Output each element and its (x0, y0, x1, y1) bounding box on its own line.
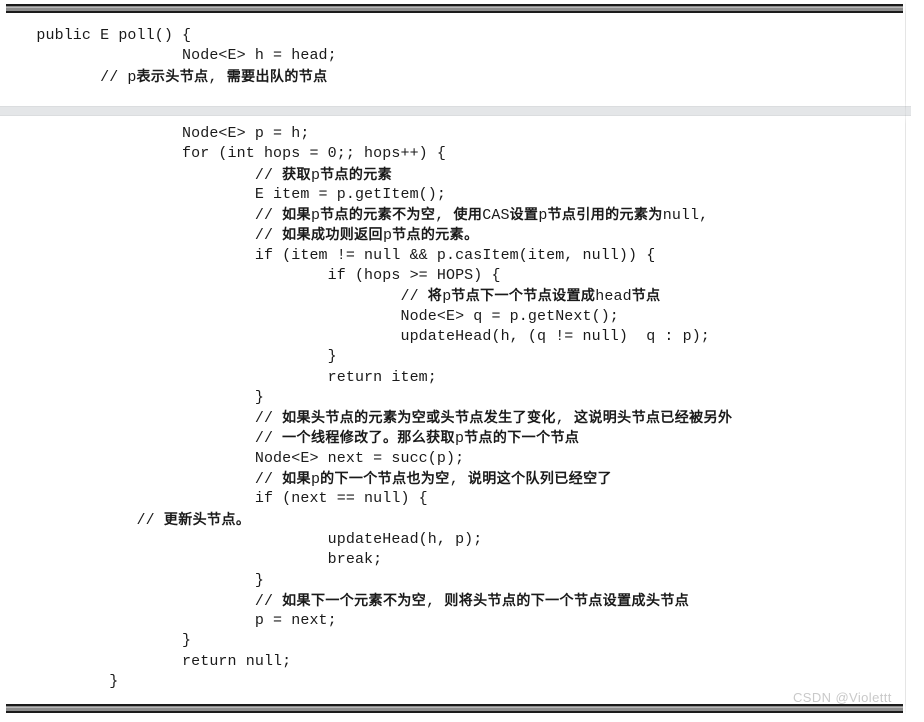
cjk-run: 节点的下一个节点 (464, 430, 580, 447)
section-separator-band (0, 106, 911, 116)
cjk-run: 如果头节点的元素为空或头节点发生了变化 (282, 410, 556, 427)
code-block-method-body: Node<E> p = h; for (int hops = 0;; hops+… (0, 124, 905, 692)
cjk-run: 一个线程修改了。那么获取 (282, 430, 455, 447)
csdn-watermark: CSDN @Violettt (793, 690, 892, 705)
cjk-run: 如果 (282, 207, 311, 224)
code-line: Node<E> p = h; (0, 125, 310, 142)
code-line: // p表示头节点, 需要出队的节点 (100, 68, 328, 86)
code-line: updateHead(h, p); (0, 530, 483, 548)
code-line: for (int hops = 0;; hops++) { (0, 145, 446, 163)
page-right-edge (905, 0, 906, 722)
code-block-method-signature: public E poll() { Node<E> h = head; // p… (0, 26, 905, 87)
cjk-run: 的下一个节点也为空 (320, 471, 450, 488)
code-line: // 如果下一个元素不为空, 则将头节点的下一个节点设置成头节点 (254, 592, 690, 610)
code-line: Node<E> h = head; (0, 47, 337, 65)
top-divider-rule (6, 4, 903, 13)
cjk-run: 节点的元素。 (392, 227, 479, 244)
cjk-run: 更新头节点。 (163, 511, 251, 528)
cjk-run: 需要出队的节点 (226, 68, 328, 85)
cjk-run: 将 (427, 288, 443, 305)
code-line: // 一个线程修改了。那么获取p节点的下一个节点 (254, 430, 580, 448)
code-snippet-page: public E poll() { Node<E> h = head; // p… (0, 0, 924, 722)
cjk-run: 如果成功则返回 (282, 227, 383, 244)
code-line: } (0, 632, 192, 650)
code-line: // 将p节点下一个节点设置成head节点 (400, 288, 661, 306)
cjk-run: 节点的元素不为空 (320, 207, 436, 224)
code-line: public E poll() { (0, 27, 192, 44)
code-line: } (0, 673, 119, 691)
cjk-run: 节点的元素 (320, 166, 393, 183)
code-line: Node<E> next = succ(p); (0, 449, 465, 467)
code-line: } (0, 348, 337, 366)
code-line: updateHead(h, (q != null) q : p); (0, 327, 710, 345)
code-line: if (next == null) { (0, 490, 428, 508)
code-line: return null; (0, 652, 292, 670)
code-line: break; (0, 551, 383, 569)
code-line: p = next; (0, 612, 337, 630)
code-line: if (item != null && p.casItem(item, null… (0, 246, 656, 264)
cjk-run: 说明这个队列已经空了 (467, 471, 612, 488)
cjk-run: 节点下一个节点设置成 (451, 288, 596, 305)
cjk-run: 这说明头节点已经被另外 (573, 410, 733, 427)
code-line: if (hops >= HOPS) { (0, 267, 501, 285)
cjk-run: 如果下一个元素不为空 (282, 592, 427, 609)
code-line: // 如果p的下一个节点也为空, 说明这个队列已经空了 (254, 471, 612, 489)
code-line: } (0, 571, 264, 589)
cjk-run: 使用 (453, 207, 483, 224)
code-line: Node<E> q = p.getNext(); (0, 307, 619, 325)
cjk-run: 表示头节点 (136, 68, 209, 85)
code-line: // 获取p节点的元素 (254, 166, 393, 184)
code-line: // 如果成功则返回p节点的元素。 (254, 227, 479, 245)
cjk-run: 节点引用的元素为 (547, 207, 663, 224)
cjk-run: 获取 (282, 166, 311, 183)
cjk-run: 节点 (631, 288, 661, 305)
code-line: } (0, 388, 264, 406)
code-line: // 如果头节点的元素为空或头节点发生了变化, 这说明头节点已经被另外 (254, 410, 733, 428)
bottom-divider-rule (6, 704, 903, 713)
cjk-run: 如果 (282, 471, 311, 488)
code-line: return item; (0, 368, 437, 386)
cjk-run: 则将头节点的下一个节点设置成头节点 (444, 592, 690, 609)
cjk-run: 设置 (509, 207, 539, 224)
code-line: // 更新头节点。 (136, 511, 251, 529)
code-line: E item = p.getItem(); (0, 185, 446, 203)
code-line: // 如果p节点的元素不为空, 使用CAS设置p节点引用的元素为null, (254, 207, 709, 225)
